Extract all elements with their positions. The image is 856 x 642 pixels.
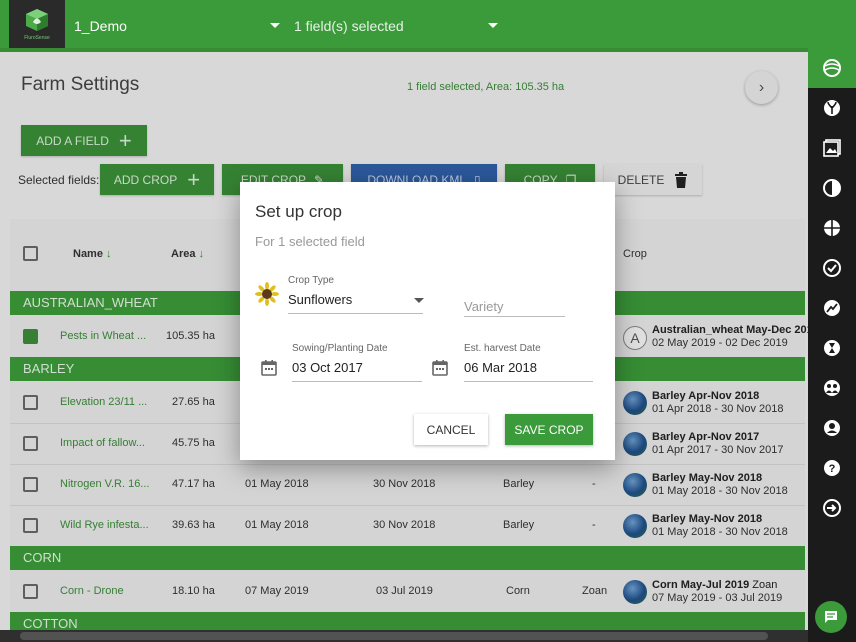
harvest-date-input[interactable]: 06 Mar 2018 — [464, 360, 537, 375]
crop-type-underline — [288, 313, 423, 314]
dialog-subtitle: For 1 selected field — [255, 234, 365, 249]
dialog-title: Set up crop — [255, 202, 342, 221]
harvest-date-underline — [464, 381, 593, 382]
sowing-date-underline — [292, 381, 422, 382]
sunflower-icon — [255, 282, 279, 306]
cancel-button[interactable]: CANCEL — [414, 414, 488, 445]
variety-input[interactable]: Variety — [464, 299, 504, 314]
pie-icon[interactable] — [820, 216, 844, 240]
save-crop-button[interactable]: SAVE CROP — [505, 414, 593, 445]
layers-icon[interactable] — [820, 56, 844, 80]
variety-underline — [464, 316, 565, 317]
crop-icon[interactable] — [820, 96, 844, 120]
chat-button[interactable] — [815, 601, 847, 633]
farm-dropdown-icon[interactable] — [270, 23, 280, 28]
farm-select[interactable]: 1_Demo — [74, 18, 127, 34]
chat-icon — [825, 611, 837, 623]
harvest-date-label: Est. harvest Date — [464, 343, 541, 354]
logo-text: FluroSense — [24, 35, 50, 41]
group-icon[interactable] — [820, 376, 844, 400]
sowing-date-input[interactable]: 03 Oct 2017 — [292, 360, 363, 375]
field-dropdown-icon[interactable] — [488, 23, 498, 28]
user-icon[interactable] — [820, 416, 844, 440]
cube-logo-icon — [26, 9, 48, 31]
crop-type-dropdown-icon[interactable] — [414, 298, 424, 303]
contrast-icon[interactable] — [820, 176, 844, 200]
svg-text:?: ? — [829, 463, 836, 475]
trend-icon[interactable] — [820, 296, 844, 320]
sowing-date-label: Sowing/Planting Date — [292, 343, 388, 354]
crop-type-label: Crop Type — [288, 275, 334, 286]
calendar-icon[interactable] — [260, 359, 278, 377]
top-bar — [0, 0, 856, 52]
analytics-icon[interactable] — [820, 256, 844, 280]
logout-icon[interactable] — [820, 496, 844, 520]
images-icon[interactable] — [820, 136, 844, 160]
help-icon[interactable]: ? — [820, 456, 844, 480]
app-logo[interactable]: FluroSense — [9, 0, 65, 48]
hourglass-icon[interactable] — [820, 336, 844, 360]
calendar-icon[interactable] — [431, 359, 449, 377]
setup-crop-dialog: Set up crop For 1 selected field Crop Ty… — [240, 182, 615, 460]
right-sidebar: ? — [808, 48, 856, 642]
crop-type-select[interactable]: Sunflowers — [288, 292, 352, 307]
field-select[interactable]: 1 field(s) selected — [294, 18, 404, 34]
